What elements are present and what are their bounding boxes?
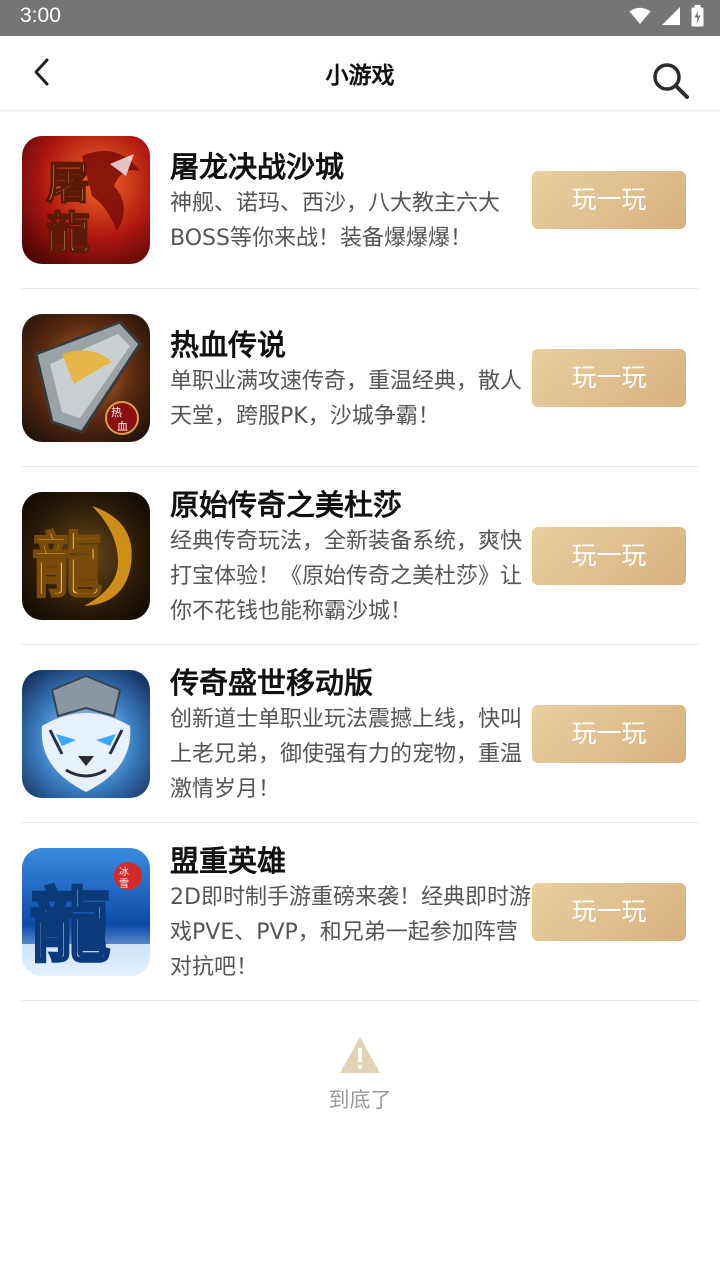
- game-icon-ice-dragon[interactable]: 龍 冰 雪: [22, 848, 150, 976]
- play-button[interactable]: 玩一玩: [532, 171, 686, 229]
- svg-text:龍: 龍: [32, 524, 102, 607]
- game-icon-golden-dragon[interactable]: 龍: [22, 492, 150, 620]
- svg-text:热: 热: [111, 406, 122, 419]
- game-description: 经典传奇玩法，全新装备系统，爽快打宝体验！《原始传奇之美杜莎》让你不花钱也能称霸…: [170, 529, 523, 624]
- warning-triangle-icon: [0, 1036, 720, 1074]
- play-button[interactable]: 玩一玩: [532, 883, 686, 941]
- game-description: 创新道士单职业玩法震撼上线，快叫上老兄弟，御使强有力的宠物，重温激情岁月！: [170, 707, 523, 802]
- game-description: 神舰、诺玛、西沙，八大教主六大BOSS等你来战！装备爆爆爆！: [170, 191, 501, 251]
- svg-text:屠: 屠: [46, 158, 90, 209]
- game-item-yuanshi[interactable]: 龍 原始传奇之美杜莎 经典传奇玩法，全新装备系统，爽快打宝体验！《原始传奇之美杜…: [22, 467, 698, 645]
- battery-charging-icon: [691, 5, 704, 31]
- play-button[interactable]: 玩一玩: [532, 349, 686, 407]
- game-item-tulong[interactable]: 屠 龍 屠龙决战沙城 神舰、诺玛、西沙，八大教主六大BOSS等你来战！装备爆爆爆…: [22, 111, 698, 289]
- status-time: 3:00: [20, 4, 61, 27]
- game-icon-blade[interactable]: 热 血: [22, 314, 150, 442]
- end-of-list-text: 到底了: [328, 1088, 392, 1112]
- game-item-mengzhong[interactable]: 龍 冰 雪 盟重英雄 2D即时制手游重磅来袭！经典即时游戏PVE、PVP，和兄弟…: [22, 823, 698, 1001]
- svg-text:龍: 龍: [46, 208, 90, 259]
- play-button[interactable]: 玩一玩: [532, 705, 686, 763]
- svg-text:冰: 冰: [119, 865, 129, 878]
- game-name: 传奇盛世移动版: [170, 666, 374, 700]
- end-of-list: 到底了: [0, 1036, 720, 1114]
- game-item-rexue[interactable]: 热 血 热血传说 单职业满攻速传奇，重温经典，散人天堂，跨服PK，沙城争霸！ 玩…: [22, 289, 698, 467]
- game-name: 屠龙决战沙城: [170, 150, 345, 184]
- app-bar: 小游戏: [0, 36, 720, 111]
- status-bar: 3:00: [0, 0, 720, 36]
- game-icon-tiger[interactable]: [22, 670, 150, 798]
- cellular-signal-icon: [661, 6, 681, 30]
- search-button[interactable]: [648, 60, 694, 106]
- status-icons: [629, 5, 704, 31]
- game-description: 单职业满攻速传奇，重温经典，散人天堂，跨服PK，沙城争霸！: [170, 369, 523, 429]
- game-icon-dragon[interactable]: 屠 龍: [22, 136, 150, 264]
- game-description: 2D即时制手游重磅来袭！经典即时游戏PVE、PVP，和兄弟一起参加阵营对抗吧！: [170, 885, 531, 980]
- game-name: 原始传奇之美杜莎: [170, 488, 403, 522]
- svg-text:血: 血: [117, 419, 128, 433]
- page-title: 小游戏: [325, 63, 395, 89]
- game-name: 盟重英雄: [170, 844, 287, 878]
- game-item-chuanqi-shengshi[interactable]: 传奇盛世移动版 创新道士单职业玩法震撼上线，快叫上老兄弟，御使强有力的宠物，重温…: [22, 645, 698, 823]
- play-button[interactable]: 玩一玩: [532, 527, 686, 585]
- game-list: 屠 龍 屠龙决战沙城 神舰、诺玛、西沙，八大教主六大BOSS等你来战！装备爆爆爆…: [22, 111, 698, 1001]
- game-name: 热血传说: [170, 328, 287, 362]
- search-icon: [651, 61, 691, 105]
- svg-text:雪: 雪: [119, 878, 129, 890]
- svg-text:龍: 龍: [30, 879, 110, 973]
- wifi-icon: [629, 7, 651, 29]
